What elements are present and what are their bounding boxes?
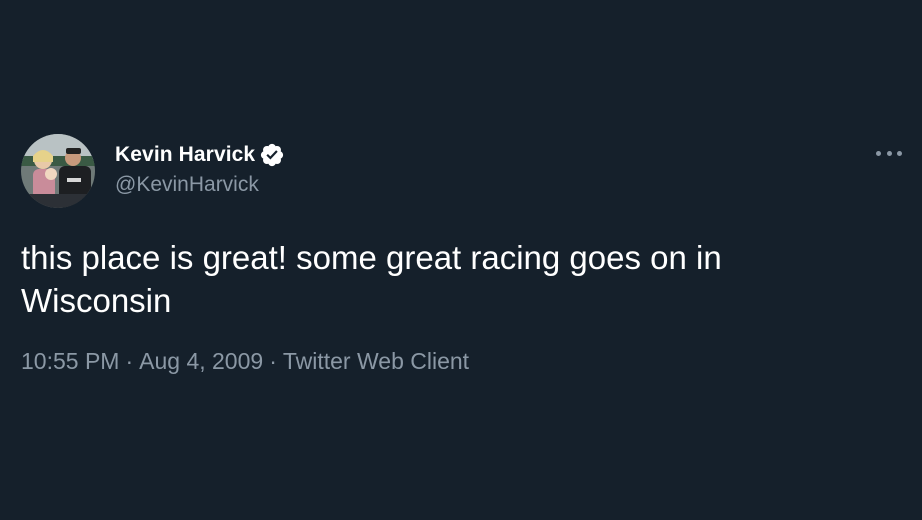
more-options-icon[interactable] bbox=[876, 143, 902, 163]
dot-icon bbox=[886, 150, 892, 156]
name-row: Kevin Harvick bbox=[115, 141, 285, 169]
tweet-source[interactable]: Twitter Web Client bbox=[283, 348, 469, 374]
tweet-time[interactable]: 10:55 PM bbox=[21, 348, 119, 374]
dot-icon bbox=[876, 150, 881, 156]
user-info: Kevin Harvick @KevinHarvick bbox=[115, 141, 285, 197]
tweet-meta: 10:55 PM · Aug 4, 2009 · Twitter Web Client bbox=[21, 348, 469, 375]
meta-separator: · bbox=[269, 348, 277, 374]
tweet-card: Kevin Harvick @KevinHarvick this place i… bbox=[0, 0, 922, 520]
tweet-date[interactable]: Aug 4, 2009 bbox=[139, 348, 263, 374]
avatar[interactable] bbox=[21, 134, 95, 208]
avatar-photo bbox=[21, 134, 95, 208]
tweet-text: this place is great! some great racing g… bbox=[21, 239, 722, 319]
meta-separator: · bbox=[125, 348, 134, 374]
verified-badge-icon bbox=[259, 142, 285, 168]
display-name[interactable]: Kevin Harvick bbox=[115, 143, 255, 167]
dot-icon bbox=[897, 150, 902, 156]
user-handle[interactable]: @KevinHarvick bbox=[115, 173, 285, 197]
